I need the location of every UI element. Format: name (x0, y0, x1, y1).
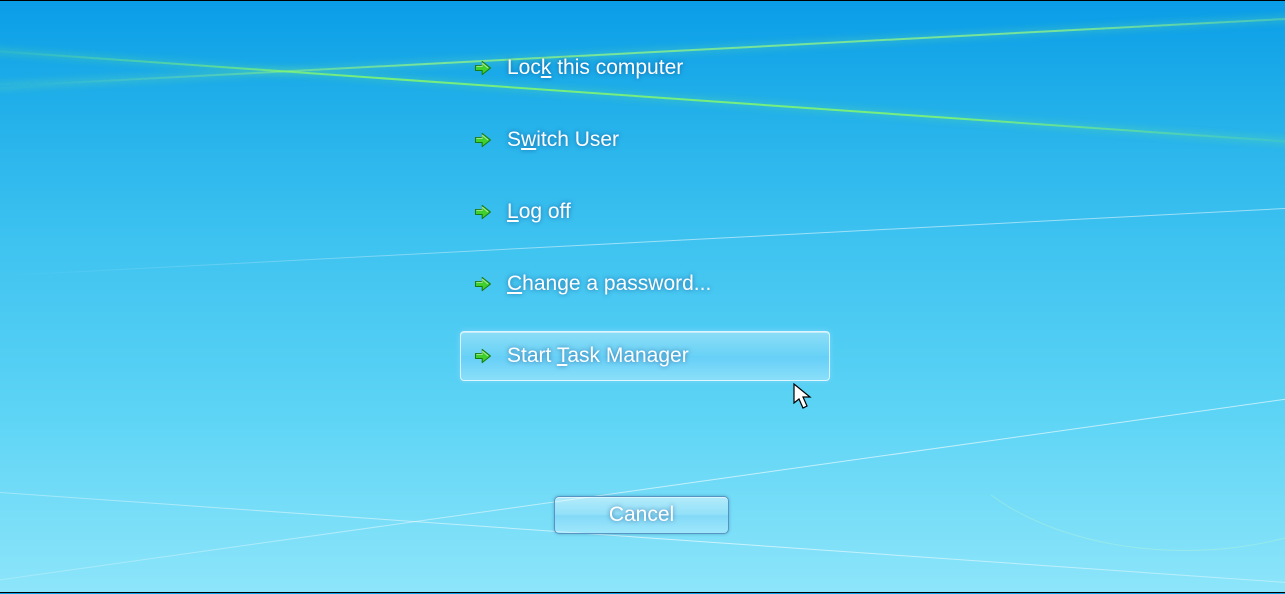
arrow-right-icon (473, 58, 493, 78)
command-link-label: Lock this computer (507, 56, 683, 80)
arrow-right-icon (473, 346, 493, 366)
cancel-button[interactable]: Cancel (554, 496, 729, 534)
arrow-right-icon (473, 274, 493, 294)
change-password-link[interactable]: Change a password... (460, 259, 830, 309)
arrow-right-icon (473, 130, 493, 150)
command-link-label: Start Task Manager (507, 344, 689, 368)
arrow-right-icon (473, 202, 493, 222)
command-link-label: Log off (507, 200, 571, 224)
decorative-streak (0, 377, 1285, 587)
command-link-label: Change a password... (507, 272, 711, 296)
switch-user-link[interactable]: Switch User (460, 115, 830, 165)
command-link-label: Switch User (507, 128, 619, 152)
start-task-manager-link[interactable]: Start Task Manager (460, 331, 830, 381)
security-options-menu: Lock this computer Switch User Log off C… (460, 43, 840, 403)
decorative-curve (935, 251, 1285, 551)
lock-this-computer-link[interactable]: Lock this computer (460, 43, 830, 93)
log-off-link[interactable]: Log off (460, 187, 830, 237)
